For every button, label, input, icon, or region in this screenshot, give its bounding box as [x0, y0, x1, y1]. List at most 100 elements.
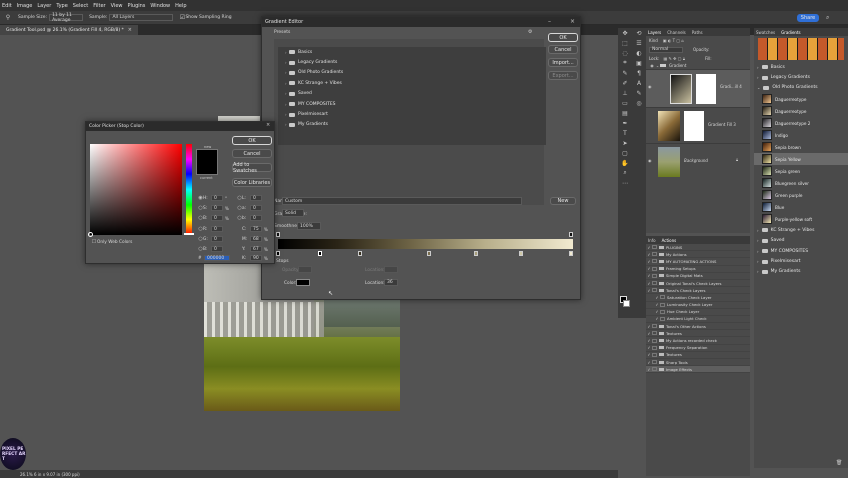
chevron-right-icon[interactable]: ›: [757, 228, 759, 233]
blue-field[interactable]: 0: [211, 246, 223, 252]
add-to-swatches-button[interactable]: Add to Swatches: [232, 162, 272, 174]
tab-layers[interactable]: Layers: [648, 30, 661, 35]
tab-actions[interactable]: Actions: [662, 238, 677, 243]
more-tools-icon[interactable]: ⋯: [618, 178, 632, 188]
color-stop[interactable]: [519, 251, 523, 256]
type-tool-icon[interactable]: T: [618, 128, 632, 138]
color-stop[interactable]: [569, 251, 573, 256]
ok-button[interactable]: OK: [548, 33, 578, 42]
layer-row[interactable]: Gradient Fill 3: [646, 108, 750, 144]
layer-row[interactable]: ◉ Background 🔒︎: [646, 144, 750, 180]
layer-name[interactable]: Gradi...ill 4: [720, 84, 742, 89]
eraser-tool-icon[interactable]: ▭: [618, 98, 632, 108]
kind-filter[interactable]: Kind: [649, 38, 658, 43]
menu-plugins[interactable]: Plugins: [128, 3, 146, 9]
menu-view[interactable]: View: [111, 3, 123, 9]
action-set[interactable]: ✓ Sharp Tools: [646, 359, 750, 367]
filter-pixel-icon[interactable]: ▣ ◐ T ▢ ⌂: [663, 38, 684, 43]
preset-folder-pixelmisesart[interactable]: › Pixelmisesart: [278, 109, 546, 119]
action-set[interactable]: ✓ My Actions: [646, 251, 750, 259]
minimize-icon[interactable]: –: [548, 18, 551, 25]
preset-folder-basics[interactable]: › Basics: [278, 47, 546, 57]
color-stop[interactable]: [427, 251, 431, 256]
color-stop[interactable]: [474, 251, 478, 256]
document-tab[interactable]: Gradient Tool.psd @ 26.1% (Gradient Fill…: [0, 25, 138, 35]
gradient-folder[interactable]: › Basics: [754, 62, 848, 72]
gradient-folder[interactable]: › KC Strange + Vibes: [754, 225, 848, 235]
new-button[interactable]: New: [550, 197, 576, 205]
layer-row-selected[interactable]: ◉ Gradi...ill 4: [646, 70, 750, 108]
opacity-stop-left[interactable]: [276, 232, 280, 237]
action-set[interactable]: ✓ Frequency Separation: [646, 345, 750, 352]
preset-folder-saved[interactable]: › Saved: [278, 89, 546, 99]
action-set[interactable]: ✓ MY AUTOMATING ACTIONS: [646, 258, 750, 266]
stamp-tool-icon[interactable]: ⊥: [618, 88, 632, 98]
cancel-button[interactable]: Cancel: [548, 45, 578, 54]
eyedropper-tool-icon[interactable]: ✎: [618, 68, 632, 78]
tab-channels[interactable]: Channels: [667, 30, 686, 35]
gradient-item[interactable]: Purple-yellow soft: [754, 213, 848, 225]
action-set[interactable]: ✓ Simple Digital Mats: [646, 273, 750, 280]
marquee-tool-icon[interactable]: ⬚: [618, 38, 632, 48]
preset-folder-my-composites[interactable]: › MY COMPOSITES: [278, 99, 546, 109]
sample-size-select[interactable]: 11 by 11 Average: [49, 13, 84, 23]
menu-image[interactable]: Image: [17, 3, 33, 9]
background-color-swatch[interactable]: [623, 300, 630, 307]
k-field[interactable]: 90: [250, 255, 262, 261]
tab-info[interactable]: Info: [648, 238, 656, 243]
chevron-right-icon[interactable]: ›: [757, 238, 759, 243]
properties-icon[interactable]: ☰: [632, 38, 646, 48]
brush-tool-icon[interactable]: ✐: [618, 78, 632, 88]
hex-field[interactable]: 000000: [204, 255, 230, 261]
close-icon[interactable]: ×: [128, 27, 132, 33]
ok-button[interactable]: OK: [232, 136, 272, 145]
c-field[interactable]: 75: [250, 226, 262, 232]
gradient-item[interactable]: Sepia brown: [754, 141, 848, 153]
menu-type[interactable]: Type: [56, 3, 67, 9]
search-icon[interactable]: ⌕: [826, 14, 829, 22]
r-field[interactable]: 0: [211, 226, 223, 232]
menu-select[interactable]: Select: [73, 3, 88, 9]
chevron-right-icon[interactable]: ›: [757, 65, 759, 70]
hue-slider-handle[interactable]: [184, 233, 194, 235]
gradient-item[interactable]: Daguerreotype: [754, 93, 848, 105]
import-button[interactable]: Import...: [548, 58, 578, 67]
gradient-type-select[interactable]: Solid: [282, 209, 304, 217]
action-item[interactable]: ✓ Ambient Light Check: [646, 316, 750, 324]
a-field[interactable]: 0: [250, 205, 262, 211]
color-field-cursor[interactable]: [88, 232, 93, 237]
brushes-icon[interactable]: ✎: [632, 88, 646, 98]
action-set-selected[interactable]: ✓ Image Effects: [646, 366, 750, 374]
action-item[interactable]: ✓ Luminosity Check Layer: [646, 302, 750, 309]
gradient-item[interactable]: Green purple: [754, 189, 848, 201]
gradient-item[interactable]: Indigo: [754, 129, 848, 141]
action-set[interactable]: ✓ Framing Setups: [646, 266, 750, 273]
b-field[interactable]: 0: [211, 215, 223, 221]
color-stop-selected[interactable]: [318, 251, 322, 256]
gradient-folder[interactable]: › MY COMPOSITES: [754, 246, 848, 256]
gradient-folder[interactable]: › Saved: [754, 236, 848, 246]
opacity-stop-right[interactable]: [569, 232, 573, 237]
tab-gradients[interactable]: Gradients: [781, 30, 801, 35]
hue-slider[interactable]: [186, 144, 192, 235]
gradient-folder[interactable]: › Legacy Gradients: [754, 72, 848, 82]
l-field[interactable]: 0: [250, 195, 262, 201]
character-icon[interactable]: A: [632, 78, 646, 88]
eyedropper-icon[interactable]: ⚲: [4, 14, 12, 21]
y-field[interactable]: 67: [250, 246, 262, 252]
gradient-item[interactable]: Bluegreen silver: [754, 177, 848, 189]
shape-tool-icon[interactable]: ▢: [618, 148, 632, 158]
layer-group-row[interactable]: ◉ ⌄ Gradient: [646, 62, 750, 70]
gradient-item[interactable]: Sepia green: [754, 165, 848, 177]
action-set[interactable]: ✓ Tonal's Check Layers: [646, 287, 750, 295]
layer-name[interactable]: Background: [684, 158, 708, 163]
export-button[interactable]: Export...: [548, 71, 578, 80]
pen-tool-icon[interactable]: ✒: [618, 118, 632, 128]
gradient-folder[interactable]: › My Gradients: [754, 267, 848, 277]
action-item[interactable]: ✓ Hue Check Layer: [646, 309, 750, 316]
color-field[interactable]: [90, 144, 182, 235]
chevron-right-icon[interactable]: ›: [757, 249, 759, 254]
chevron-right-icon[interactable]: ›: [757, 75, 759, 80]
lock-icons[interactable]: ▦ ✎ ✥ ▢ 🔒︎: [663, 56, 684, 61]
preset-folder-my-gradients[interactable]: › My Gradients: [278, 120, 546, 130]
